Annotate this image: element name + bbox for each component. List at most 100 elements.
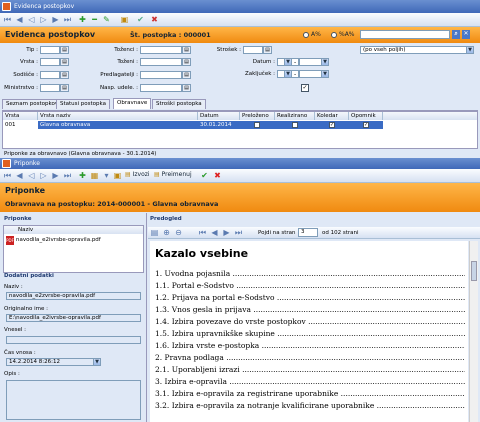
tozeni-field[interactable] xyxy=(140,58,182,66)
next-page-preview-icon[interactable]: ▶ xyxy=(222,228,231,237)
predlagatelji-lookup-icon[interactable]: ▤ xyxy=(182,71,191,79)
filter-checkbox[interactable]: ✓ xyxy=(301,84,309,92)
vrsta-field[interactable] xyxy=(40,58,60,66)
next-record-icon-2[interactable]: ▷ xyxy=(39,171,48,180)
toc-entry[interactable]: 3.1. Izbira e-opravila za registrirane u… xyxy=(155,389,465,398)
first-record-icon[interactable]: ⏮ xyxy=(3,15,12,24)
toc-entry[interactable]: 1.2. Prijava na portal e-Sodstvo .......… xyxy=(155,293,465,302)
toc-entry[interactable]: 3.2. Izbira e-opravila za notranje kvali… xyxy=(155,401,465,410)
toc-entry[interactable]: 1.1. Portal e-Sodstvo ..................… xyxy=(155,281,465,290)
add-icon[interactable]: ✚ xyxy=(78,15,87,24)
toc-entry[interactable]: 1.6. Izbira vrste e-postopka ...........… xyxy=(155,341,465,350)
prev-page-preview-icon[interactable]: ◀ xyxy=(210,228,219,237)
scroll-thumb[interactable] xyxy=(471,261,477,281)
search-icon[interactable]: ⌕ xyxy=(452,30,460,39)
nasp-udele-lookup-icon[interactable]: ▤ xyxy=(182,84,191,92)
prev-page-icon[interactable]: ◀ xyxy=(15,15,24,24)
zakljucek-from-dropdown-icon[interactable]: ▼ xyxy=(284,70,292,78)
col-opomnik[interactable]: Opomnik xyxy=(349,112,383,120)
page-view-icon[interactable]: ▤ xyxy=(150,228,159,237)
vertical-scrollbar[interactable] xyxy=(469,241,478,422)
first-page-icon[interactable]: ⏮ xyxy=(198,228,207,237)
tab-statusi-postopka[interactable]: Statusi postopka xyxy=(56,99,110,109)
toc-entry[interactable]: 1. Uvodna pojasnila ....................… xyxy=(155,269,465,278)
realizirano-checkbox[interactable] xyxy=(292,122,298,128)
toc-entry[interactable]: 1.4. Izbira povezave do vrste postopkov … xyxy=(155,317,465,326)
first-record-icon-2[interactable]: ⏮ xyxy=(3,171,12,180)
list-item[interactable]: PDF navodila_e2ivrsbe-opravila.pdf xyxy=(6,236,141,246)
clear-icon[interactable]: ✕ xyxy=(462,30,470,39)
predlagatelji-field[interactable] xyxy=(140,71,182,79)
remove-icon[interactable]: ━ xyxy=(90,15,99,24)
datum-from-dropdown-icon[interactable]: ▼ xyxy=(284,58,292,66)
last-record-icon[interactable]: ⏭ xyxy=(63,15,72,24)
toc-entry[interactable]: 3. Izbira e-opravila ...................… xyxy=(155,377,465,386)
cancel-icon[interactable]: ✖ xyxy=(150,15,159,24)
koledar-checkbox[interactable]: ✓ xyxy=(329,122,335,128)
radio-a-percent[interactable] xyxy=(303,32,309,38)
tozenci-lookup-icon[interactable]: ▤ xyxy=(182,46,191,54)
add-icon-2[interactable]: ✚ xyxy=(78,171,87,180)
nasp-udele-field[interactable] xyxy=(140,84,182,92)
folder-icon[interactable]: ▣ xyxy=(113,171,122,180)
tip-field[interactable] xyxy=(40,46,60,54)
vrsta-lookup-icon[interactable]: ▤ xyxy=(60,58,69,66)
prev-record-icon[interactable]: ◁ xyxy=(27,15,36,24)
next-record-icon[interactable]: ▷ xyxy=(39,15,48,24)
print-icon[interactable]: ▣ xyxy=(120,15,129,24)
next-page-icon-2[interactable]: ▶ xyxy=(51,171,60,180)
preimenuj-button[interactable]: ▤ Preimenuj xyxy=(154,171,192,178)
tab-stroski-postopka[interactable]: Stroški postopka xyxy=(152,99,206,109)
ministrstvo-lookup-icon[interactable]: ▤ xyxy=(60,84,69,92)
tab-obravnave[interactable]: Obravnave xyxy=(113,98,152,109)
last-record-icon-2[interactable]: ⏭ xyxy=(63,171,72,180)
filter-select[interactable]: (po vseh poljih) xyxy=(360,46,474,54)
zakljucek-to-dropdown-icon[interactable]: ▼ xyxy=(321,70,329,78)
col-vrsta-naziv[interactable]: Vrsta naziv xyxy=(38,112,198,120)
col-vrsta[interactable]: Vrsta xyxy=(3,112,38,120)
sodisce-lookup-icon[interactable]: ▤ xyxy=(60,71,69,79)
col-prelozeno[interactable]: Preloženo xyxy=(240,112,275,120)
cas-vnosa-field[interactable]: 14.2.2014 8:26:12 xyxy=(6,358,101,366)
filter-select-dropdown-icon[interactable]: ▼ xyxy=(466,46,474,54)
col-koledar[interactable]: Koledar xyxy=(315,112,349,120)
next-page-icon[interactable]: ▶ xyxy=(51,15,60,24)
ministrstvo-field[interactable] xyxy=(40,84,60,92)
izvozi-button[interactable]: ▤ Izvozi xyxy=(125,171,150,178)
sodisce-field[interactable] xyxy=(40,71,60,79)
search-input[interactable] xyxy=(360,30,450,39)
col-realizirano[interactable]: Realizirano xyxy=(275,112,315,120)
tozenci-field[interactable] xyxy=(140,46,182,54)
attach-dropdown-icon[interactable]: ▾ xyxy=(102,171,111,180)
table-row[interactable]: 001 Glavna obravnava 30.01.2014 ✓ ✓ xyxy=(3,121,383,130)
zoom-out-icon[interactable]: ⊖ xyxy=(174,228,183,237)
toc-entry[interactable]: 2.1. Uporabljeni izrazi ................… xyxy=(155,365,465,374)
tip-lookup-icon[interactable]: ▤ xyxy=(60,46,69,54)
vnesel-field[interactable] xyxy=(6,336,141,344)
strosek-lookup-icon[interactable]: ▤ xyxy=(263,46,272,54)
toc-entry[interactable]: 2. Pravna podlaga ......................… xyxy=(155,353,465,362)
datum-to-dropdown-icon[interactable]: ▼ xyxy=(321,58,329,66)
attach-icon[interactable]: ▦ xyxy=(90,171,99,180)
cas-vnosa-dropdown-icon[interactable]: ▼ xyxy=(93,358,101,366)
prev-page-icon-2[interactable]: ◀ xyxy=(15,171,24,180)
toc-entry[interactable]: 1.5. Izbira upravnikške skupine ........… xyxy=(155,329,465,338)
opis-textarea[interactable] xyxy=(6,380,141,420)
strosek-field[interactable] xyxy=(243,46,263,54)
prelozeno-checkbox[interactable] xyxy=(254,122,260,128)
toc-entry[interactable]: 1.3. Vnos gesla in prijava .............… xyxy=(155,305,465,314)
confirm-icon[interactable]: ✔ xyxy=(200,171,209,180)
check-icon[interactable]: ✔ xyxy=(136,15,145,24)
opomnik-checkbox[interactable]: ✓ xyxy=(363,122,369,128)
col-datum[interactable]: Datum xyxy=(198,112,240,120)
originalno-ime-field[interactable]: E:\navodila_e2ivrsbe-opravila.pdf xyxy=(6,314,141,322)
radio-percent-a-percent[interactable] xyxy=(331,32,337,38)
last-page-icon[interactable]: ⏭ xyxy=(234,228,243,237)
prev-record-icon-2[interactable]: ◁ xyxy=(27,171,36,180)
naziv-field[interactable]: navodila_e2zvrsbe-opravila.pdf xyxy=(6,292,141,300)
col-naziv[interactable]: Naziv xyxy=(4,226,143,234)
zoom-in-icon[interactable]: ⊕ xyxy=(162,228,171,237)
tozeni-lookup-icon[interactable]: ▤ xyxy=(182,58,191,66)
edit-icon[interactable]: ✎ xyxy=(102,15,111,24)
close-icon[interactable]: ✖ xyxy=(213,171,222,180)
